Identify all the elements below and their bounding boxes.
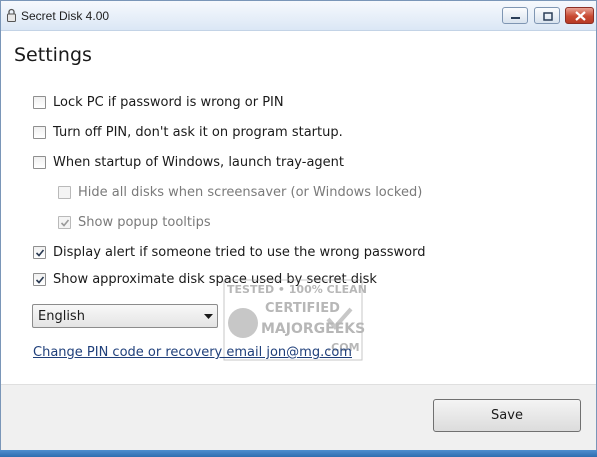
chevron-down-icon <box>204 314 213 319</box>
lock-icon <box>7 8 16 22</box>
checkbox[interactable] <box>33 272 46 286</box>
maximize-icon <box>543 12 553 21</box>
option-launch-tray-agent[interactable]: When startup of Windows, launch tray-age… <box>33 153 344 171</box>
app-window: Secret Disk 4.00 Settings Lock PC if pas… <box>0 0 597 457</box>
minimize-button[interactable] <box>502 7 528 24</box>
option-show-popup-tooltips: Show popup tooltips <box>58 213 211 231</box>
page-title: Settings <box>14 44 92 66</box>
title-bar[interactable]: Secret Disk 4.00 <box>1 1 596 31</box>
option-label: Turn off PIN, don't ask it on program st… <box>53 124 343 140</box>
option-display-alert[interactable]: Display alert if someone tried to use th… <box>33 243 425 261</box>
option-lock-pc[interactable]: Lock PC if password is wrong or PIN <box>33 93 284 111</box>
checkbox <box>58 185 71 199</box>
option-label: Show popup tooltips <box>78 214 211 230</box>
language-select[interactable]: English <box>32 304 218 328</box>
option-hide-disks-screensaver: Hide all disks when screensaver (or Wind… <box>58 183 422 201</box>
save-button[interactable]: Save <box>433 399 581 432</box>
watermark-line: TESTED • 100% CLEAN <box>227 283 367 296</box>
change-pin-link[interactable]: Change PIN code or recovery email jon@mg… <box>33 345 352 360</box>
checkmark-icon <box>35 275 45 284</box>
watermark-line: CERTIFIED <box>265 301 340 316</box>
option-label: Hide all disks when screensaver (or Wind… <box>78 184 423 200</box>
checkbox[interactable] <box>33 155 46 169</box>
checkbox[interactable] <box>33 95 46 109</box>
option-label: When startup of Windows, launch tray-age… <box>53 154 345 170</box>
language-selected-value: English <box>38 309 85 324</box>
taskbar-strip <box>0 450 597 457</box>
checkbox[interactable] <box>33 125 46 139</box>
footer-bar: Save <box>1 384 596 451</box>
option-label: Lock PC if password is wrong or PIN <box>53 94 284 110</box>
checkmark-icon <box>60 218 70 227</box>
minimize-icon <box>511 17 520 19</box>
checkmark-icon <box>35 248 45 257</box>
option-turn-off-pin[interactable]: Turn off PIN, don't ask it on program st… <box>33 123 343 141</box>
option-label: Display alert if someone tried to use th… <box>53 244 426 260</box>
checkbox[interactable] <box>33 245 46 259</box>
maximize-button[interactable] <box>534 7 560 24</box>
watermark-line: MAJORGEEKS <box>261 321 366 337</box>
checkbox <box>58 215 71 229</box>
close-button[interactable] <box>565 7 594 24</box>
close-icon <box>575 11 586 21</box>
window-title: Secret Disk 4.00 <box>21 9 110 23</box>
